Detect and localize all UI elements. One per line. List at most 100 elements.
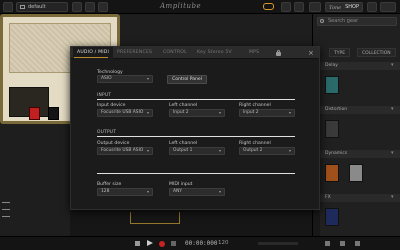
- tab-control[interactable]: CONTROL: [163, 47, 187, 59]
- close-icon[interactable]: ×: [308, 49, 314, 57]
- chevron-down-icon: ▾: [288, 148, 291, 153]
- chevron-down-icon: ▾: [146, 76, 149, 81]
- tab-collection[interactable]: COLLECTION: [357, 48, 396, 57]
- folder-icon: [20, 5, 25, 9]
- settings-button[interactable]: [281, 2, 291, 12]
- distortion-pedal-card[interactable]: [325, 120, 339, 138]
- input-device-value: Focusrite USB ASIO: [101, 110, 144, 115]
- bpm-value[interactable]: 120: [218, 240, 229, 246]
- amp-power-switch[interactable]: [29, 107, 40, 120]
- dynamics-pedal-card-2[interactable]: [349, 164, 363, 182]
- gear-browser-panel: Search gear TYPE COLLECTION Delay ▾ Dist…: [312, 14, 400, 236]
- preset-name: default: [28, 4, 46, 10]
- output-left-channel-label: Left channel: [169, 141, 198, 146]
- input-divider: [97, 99, 295, 100]
- lock-icon: [276, 50, 281, 56]
- loop-icon[interactable]: [263, 3, 274, 10]
- undo-button[interactable]: [85, 2, 95, 12]
- section-dynamics[interactable]: Dynamics: [313, 150, 400, 158]
- buffer-size-label: Buffer size: [97, 182, 122, 187]
- chevron-down-icon: ▾: [288, 110, 291, 115]
- output-right-channel-label: Right channel: [239, 141, 271, 146]
- midi-input-select[interactable]: ANY ▾: [169, 188, 225, 196]
- edit-icon[interactable]: [2, 216, 10, 217]
- menu-button[interactable]: [3, 2, 13, 12]
- input-left-channel-label: Left channel: [169, 103, 198, 108]
- save-button[interactable]: [72, 2, 82, 12]
- search-placeholder: Search gear: [328, 18, 359, 24]
- midi-input-label: MIDI input: [169, 182, 193, 187]
- redo-button[interactable]: [98, 2, 108, 12]
- input-right-channel-value: Input 2: [243, 110, 259, 115]
- buffer-divider: [97, 173, 295, 174]
- input-left-channel-select[interactable]: Input 2 ▾: [169, 109, 225, 117]
- share-icon[interactable]: [2, 202, 10, 203]
- top-toolbar: default Amplitube Tone SHOP: [0, 0, 400, 14]
- dynamics-pedal-card-1[interactable]: [325, 164, 339, 182]
- output-left-channel-value: Output 1: [173, 148, 193, 153]
- tone-shop-button[interactable]: Tone SHOP: [325, 2, 363, 12]
- section-distortion[interactable]: Distortion: [313, 106, 400, 114]
- midi-input-value: ANY: [173, 189, 182, 194]
- input-left-channel-value: Input 2: [173, 110, 189, 115]
- sign-in-button[interactable]: [309, 2, 321, 12]
- input-right-channel-label: Right channel: [239, 103, 271, 108]
- input-device-label: Input device: [97, 103, 126, 108]
- settings-tab-bar: AUDIO / MIDI PREFERENCES CONTROL Key Ste…: [71, 47, 319, 59]
- output-device-value: Focusrite USB ASIO: [101, 148, 144, 153]
- metronome-icon[interactable]: [325, 241, 330, 246]
- browser-toggle-button[interactable]: [380, 2, 396, 12]
- section-fx[interactable]: FX: [313, 194, 400, 202]
- chevron-down-icon: ▾: [391, 194, 394, 200]
- shop-label: SHOP: [345, 4, 359, 10]
- output-left-channel-select[interactable]: Output 1 ▾: [169, 147, 225, 155]
- buffer-size-select[interactable]: 128 ▾: [97, 188, 153, 196]
- left-tool-strip: [0, 196, 12, 236]
- brand-logo: Amplitube: [160, 2, 202, 10]
- search-input[interactable]: Search gear: [317, 17, 397, 26]
- tuner-icon[interactable]: [340, 241, 345, 246]
- delay-pedal-card[interactable]: [325, 76, 339, 94]
- output-device-select[interactable]: Focusrite USB ASIO ▾: [97, 147, 153, 155]
- chevron-down-icon: ▾: [218, 110, 221, 115]
- chevron-down-icon: ▾: [391, 150, 394, 156]
- record-icon[interactable]: [159, 241, 165, 247]
- window-button[interactable]: [367, 2, 377, 12]
- buffer-size-value: 128: [101, 189, 110, 194]
- active-tab-indicator: [74, 57, 108, 58]
- amp-standby-switch[interactable]: [48, 107, 59, 120]
- tab-key-stereo[interactable]: Key Stereo 5V: [197, 47, 232, 59]
- preset-selector[interactable]: default: [16, 2, 68, 12]
- level-meter: [258, 242, 298, 245]
- transport-bar: 00:00:000 120: [0, 236, 400, 250]
- chevron-down-icon: ▾: [146, 189, 149, 194]
- chevron-down-icon: ▾: [391, 106, 394, 112]
- volume-icon[interactable]: [355, 241, 360, 246]
- output-divider: [97, 136, 295, 137]
- output-right-channel-select[interactable]: Output 2 ▾: [239, 147, 295, 155]
- technology-select[interactable]: ASIO ▾: [97, 75, 153, 83]
- search-icon: [320, 19, 324, 23]
- output-right-channel-value: Output 2: [243, 148, 263, 153]
- play-icon[interactable]: [147, 240, 153, 246]
- stop-icon[interactable]: [135, 241, 140, 246]
- loop-toggle-icon[interactable]: [171, 241, 176, 246]
- settings-dialog: AUDIO / MIDI PREFERENCES CONTROL Key Ste…: [70, 46, 320, 210]
- chevron-down-icon: ▾: [391, 62, 394, 68]
- tab-type[interactable]: TYPE: [329, 48, 351, 57]
- technology-value: ASIO: [101, 76, 112, 81]
- control-panel-button[interactable]: Control Panel: [167, 75, 207, 84]
- input-device-select[interactable]: Focusrite USB ASIO ▾: [97, 109, 153, 117]
- list-icon[interactable]: [2, 209, 10, 210]
- tab-preferences[interactable]: PREFERENCES: [117, 47, 152, 59]
- fx-pedal-card[interactable]: [325, 208, 339, 226]
- help-button[interactable]: [294, 2, 304, 12]
- output-device-label: Output device: [97, 141, 130, 146]
- input-section-title: INPUT: [97, 93, 112, 98]
- chevron-down-icon: ▾: [218, 189, 221, 194]
- chevron-down-icon: ▾: [146, 110, 149, 115]
- input-right-channel-select[interactable]: Input 2 ▾: [239, 109, 295, 117]
- tab-mps[interactable]: MPS: [249, 47, 259, 59]
- time-readout: 00:00:000: [185, 240, 218, 247]
- section-delay[interactable]: Delay: [313, 62, 400, 70]
